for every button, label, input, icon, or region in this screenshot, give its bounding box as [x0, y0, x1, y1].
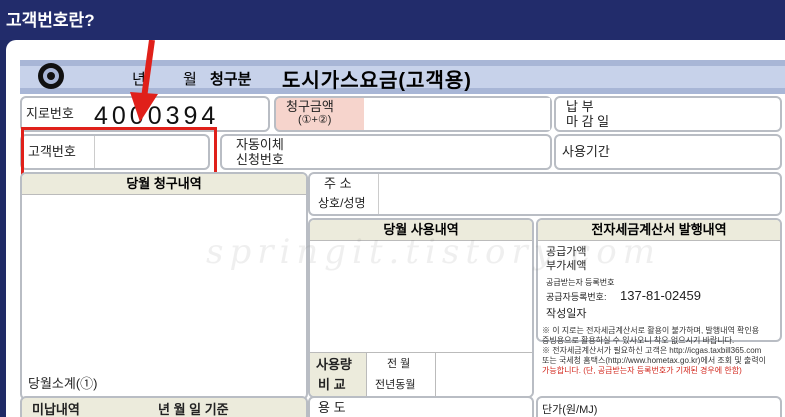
supplier-number: 137-81-02459: [620, 288, 701, 303]
address-box: 주 소 상호/성명: [308, 172, 782, 216]
name-label: 상호/성명: [318, 196, 366, 210]
note-line-5: 가능합니다. (단, 공급받는자 등록번호가 기재된 경우에 한함): [542, 366, 742, 375]
due-top-label: 납 부: [566, 99, 594, 114]
usage-period-label: 사용기간: [562, 144, 610, 159]
prev-year-month-label: 전년동월: [375, 379, 416, 391]
autopay-top-label: 자동이체: [236, 137, 284, 152]
due-bottom-label: 마 감 일: [566, 114, 610, 129]
invoice-notes: ※ 이 지로는 전자세금계산서로 활용이 불가하며, 발행내역 확인용 증빙용으…: [542, 326, 782, 376]
purpose-label: 용 도: [318, 400, 346, 415]
current-claims-header: 당월 청구내역: [22, 174, 306, 195]
address-label: 주 소: [324, 176, 352, 191]
note-line-4: 또는 국세청 홈택스(http://www.hometax.go.kr)에서 조…: [542, 356, 767, 365]
charge-amount-field: [364, 98, 550, 130]
arrears-label: 미납내역: [32, 402, 80, 417]
address-divider: [378, 174, 379, 214]
charge-label: 청구금액: [286, 99, 334, 114]
purpose-box: 용 도: [308, 396, 534, 417]
usage-label-bottom: 비 교: [318, 377, 346, 392]
usage-divider: [435, 353, 436, 396]
unit-price-label: 단가(원/MJ): [542, 404, 598, 416]
red-arrow-icon: [130, 40, 158, 122]
arrears-date: 년 월 일 기준: [158, 402, 229, 417]
prev-month-label: 전 월: [387, 358, 411, 370]
current-claims-panel: 당월 청구내역 당월소계(①): [20, 172, 308, 400]
charge-sub: (①+②): [298, 114, 332, 126]
page-title: 고객번호란?: [6, 11, 95, 30]
autopay-box: 자동이체 신청번호: [220, 134, 552, 170]
watermark: springit.tistory.com: [206, 232, 661, 272]
charge-amount-box: 청구금액 (①+②): [274, 96, 552, 132]
top-bar: 고객번호란?: [0, 0, 785, 40]
supplier-label: 공급자등록번호:: [546, 292, 607, 302]
company-logo-icon: [38, 63, 64, 89]
autopay-bottom-label: 신청번호: [236, 152, 284, 167]
note-line-2: 증빙용으로 활용하실 수 있사오니 착오 없으시기 바랍니다.: [542, 336, 735, 345]
gas-bill: 년 월 청구분 도시가스요금(고객용) 지로번호 4000394 청구금액 (①…: [6, 40, 785, 417]
note-line-3: ※ 전자세금계산서가 필요하신 고객은 http://icgas.taxbill…: [542, 346, 762, 355]
document-title: 도시가스요금(고객용): [282, 70, 472, 92]
period-label: 청구분: [210, 71, 252, 88]
giro-label: 지로번호: [26, 106, 74, 121]
usage-label-top: 사용량: [316, 357, 352, 372]
customer-number-highlight: [21, 127, 217, 177]
arrears-box: 미납내역 년 월 일 기준: [20, 396, 308, 417]
note-line-1: ※ 이 지로는 전자세금계산서로 활용이 불가하며, 발행내역 확인용: [542, 326, 760, 335]
usage-compare-row: 사용량 비 교 전 월 전년동월: [310, 352, 532, 396]
usage-values: 전 월 전년동월: [366, 353, 532, 396]
unit-price-box: 단가(원/MJ): [536, 396, 782, 417]
date-label: 작성일자: [546, 308, 587, 320]
subtotal-label: 당월소계(①): [28, 376, 98, 391]
usage-period-box: 사용기간: [554, 134, 782, 170]
due-date-box: 납 부 마 감 일: [554, 96, 782, 132]
receiver-label: 공급받는자 등록번호: [546, 278, 615, 287]
